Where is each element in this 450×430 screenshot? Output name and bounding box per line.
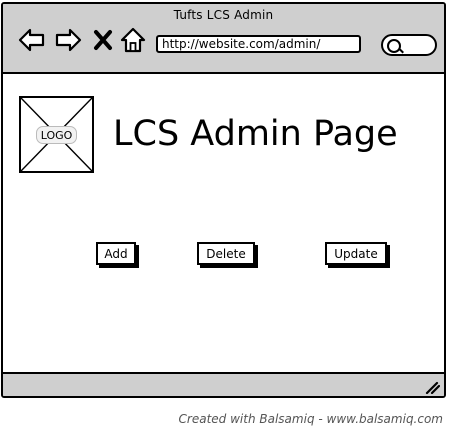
browser-window: Tufts LCS Admin http://website.com/admin…: [1, 2, 446, 398]
back-arrow-icon[interactable]: [18, 26, 46, 54]
update-button[interactable]: Update: [325, 242, 387, 265]
home-icon[interactable]: [119, 26, 147, 54]
delete-button[interactable]: Delete: [197, 242, 255, 265]
window-title: Tufts LCS Admin: [173, 8, 274, 22]
add-button[interactable]: Add: [96, 242, 136, 265]
resize-grip-icon[interactable]: [424, 378, 441, 395]
close-x-icon[interactable]: [91, 26, 115, 54]
logo-label: LOGO: [36, 126, 77, 144]
browser-titlebar: Tufts LCS Admin http://website.com/admin…: [3, 4, 444, 74]
search-icon: [387, 39, 401, 53]
forward-arrow-icon[interactable]: [54, 26, 82, 54]
page-title: LCS Admin Page: [113, 114, 398, 154]
status-bar: [3, 372, 444, 396]
balsamiq-credit: Created with Balsamiq - www.balsamiq.com: [178, 412, 443, 426]
url-input[interactable]: http://website.com/admin/: [156, 35, 361, 53]
search-input[interactable]: [381, 34, 437, 56]
logo-placeholder: LOGO: [19, 96, 94, 173]
